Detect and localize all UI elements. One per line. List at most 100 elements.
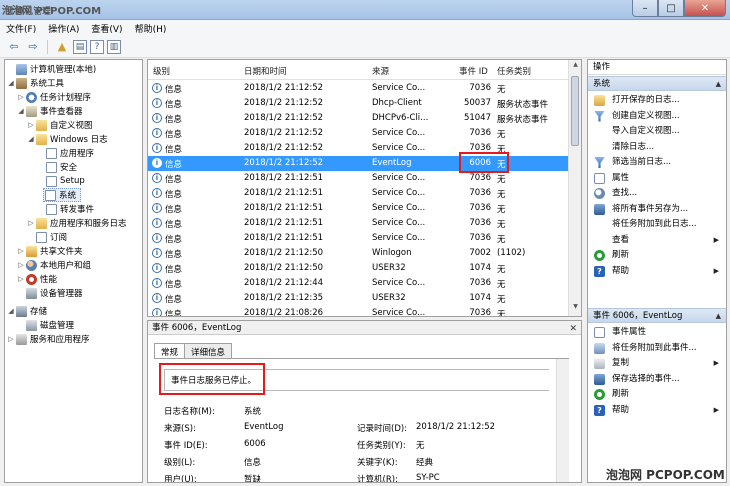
column-header-datetime[interactable]: 日期和时间 (244, 65, 287, 77)
event-row[interactable]: i 信息 2018/1/2 21:12:51 Service Co... 7036 无 (148, 186, 568, 201)
action-item[interactable]: 事件属性 (588, 325, 726, 340)
event-row[interactable]: i 信息 2018/1/2 21:12:50 Winlogon 7002 (1102) (148, 246, 568, 261)
action-item[interactable]: 导入自定义视图... (588, 124, 726, 139)
scrollbar-thumb[interactable] (571, 76, 579, 146)
action-item[interactable]: 将任务附加到此日志... (588, 217, 726, 232)
event-row[interactable]: i 信息 2018/1/2 21:12:51 Service Co... 7036 无 (148, 231, 568, 246)
action-item[interactable]: 查看 ▶ (588, 233, 726, 248)
action-item[interactable]: ? 帮助 ▶ (588, 403, 726, 418)
detail-close-icon[interactable]: ✕ (569, 322, 577, 336)
actions-section-system[interactable]: 系统 ▲ (588, 76, 726, 91)
tree-item-app-service-logs[interactable]: ▷ 应用程序和服务日志 (27, 216, 127, 230)
action-item[interactable]: 查找... (588, 186, 726, 201)
action-item[interactable]: 将所有事件另存为... (588, 202, 726, 217)
forward-arrow-icon[interactable]: ⇨ (25, 39, 41, 55)
menu-file[interactable]: 文件(F) (6, 22, 36, 35)
expand-arrow-icon[interactable]: ◢ (7, 307, 15, 315)
tree-item-computer-management[interactable]: 计算机管理(本地) (7, 62, 96, 76)
detail-scrollbar[interactable] (556, 359, 569, 482)
tree-item-application[interactable]: 应用程序 (45, 146, 94, 160)
tree-item-system[interactable]: 系统 (43, 188, 82, 202)
show-hide-tree-icon[interactable]: ▤ (73, 39, 87, 54)
action-item[interactable]: ? 帮助 ▶ (588, 264, 726, 279)
action-item[interactable]: 刷新 (588, 387, 726, 402)
column-header-event-id[interactable]: 事件 ID (459, 65, 488, 77)
tab-details[interactable]: 详细信息 (184, 343, 233, 358)
collapse-section-icon[interactable]: ▲ (716, 309, 721, 324)
event-row[interactable]: i 信息 2018/1/2 21:12:52 Dhcp-Client 50037 服务状态… (148, 96, 568, 111)
actions-section-event[interactable]: 事件 6006，EventLog ▲ (588, 308, 726, 323)
tree-item-event-viewer[interactable]: ◢ 事件查看器 (17, 104, 83, 118)
action-item[interactable]: 创建自定义视图... (588, 109, 726, 124)
tree-item-services-applications[interactable]: ▷ 服务和应用程序 (7, 332, 90, 346)
console-tree: 计算机管理(本地) ◢ 系统工具 ▷ 任务计划程序 ◢ 事件查看器 ▷ 自定义视… (4, 59, 143, 483)
collapse-arrow-icon[interactable]: ▷ (17, 247, 25, 255)
collapse-arrow-icon[interactable]: ▷ (17, 93, 25, 101)
collapse-arrow-icon[interactable]: ▷ (17, 275, 25, 283)
tree-item-performance[interactable]: ▷ 性能 (17, 272, 57, 286)
collapse-arrow-icon[interactable]: ▷ (17, 261, 25, 269)
collapse-arrow-icon[interactable]: ▷ (27, 219, 35, 227)
event-message[interactable]: 事件日志服务已停止。 (164, 369, 549, 391)
collapse-arrow-icon[interactable]: ▷ (27, 121, 35, 129)
collapse-section-icon[interactable]: ▲ (716, 77, 721, 92)
event-list-scrollbar[interactable]: ▲ ▼ (568, 60, 581, 316)
tree-item-task-scheduler[interactable]: ▷ 任务计划程序 (17, 90, 91, 104)
event-row[interactable]: i 信息 2018/1/2 21:12:35 USER32 1074 无 (148, 291, 568, 306)
info-icon: i (152, 263, 162, 273)
event-row[interactable]: i 信息 2018/1/2 21:12:51 Service Co... 7036 无 (148, 171, 568, 186)
scroll-down-arrow-icon[interactable]: ▼ (569, 303, 581, 315)
event-row[interactable]: i 信息 2018/1/2 21:12:52 DHCPv6-Cli... 51047 服务… (148, 111, 568, 126)
column-header-source[interactable]: 来源 (372, 65, 389, 77)
event-row[interactable]: i 信息 2018/1/2 21:12:51 Service Co... 7036 无 (148, 216, 568, 231)
tree-item-device-manager[interactable]: 设备管理器 (25, 286, 83, 300)
tree-item-subscriptions[interactable]: 订阅 (35, 230, 67, 244)
event-row[interactable]: i 信息 2018/1/2 21:12:44 Service Co... 7036 无 (148, 276, 568, 291)
event-row[interactable]: i 信息 2018/1/2 21:12:50 USER32 1074 无 (148, 261, 568, 276)
action-item[interactable]: 复制 ▶ (588, 356, 726, 371)
collapse-arrow-icon[interactable]: ▷ (7, 335, 15, 343)
tree-item-system-tools[interactable]: ◢ 系统工具 (7, 76, 64, 90)
show-hide-action-pane-icon[interactable]: ▥ (107, 39, 121, 54)
field-value-user: 暂缺 (244, 475, 262, 483)
action-item[interactable]: 筛选当前日志... (588, 155, 726, 170)
expand-arrow-icon[interactable]: ◢ (7, 79, 15, 87)
help-toolbar-icon[interactable]: ? (90, 39, 104, 54)
tab-general[interactable]: 常规 (154, 343, 186, 359)
event-row[interactable]: i 信息 2018/1/2 21:12:52 EventLog 6006 无 (148, 156, 568, 171)
event-row[interactable]: i 信息 2018/1/2 21:12:52 Service Co... 7036 无 (148, 126, 568, 141)
tree-item-disk-management[interactable]: 磁盘管理 (25, 318, 74, 332)
menu-help[interactable]: 帮助(H) (135, 22, 167, 35)
action-item[interactable]: 属性 (588, 171, 726, 186)
column-header-level[interactable]: 级别 (153, 65, 170, 77)
tree-item-shared-folders[interactable]: ▷ 共享文件夹 (17, 244, 83, 258)
tree-item-windows-logs[interactable]: ◢ Windows 日志 (27, 132, 108, 146)
event-row[interactable]: i 信息 2018/1/2 21:12:52 Service Co... 7036 无 (148, 141, 568, 156)
column-header-task-category[interactable]: 任务类别 (497, 65, 531, 77)
field-label-keywords: 关键字(K): (357, 458, 398, 468)
scroll-up-arrow-icon[interactable]: ▲ (569, 61, 581, 73)
action-item[interactable]: 清除日志... (588, 140, 726, 155)
maximize-button[interactable]: □ (658, 0, 684, 17)
action-item[interactable]: 打开保存的日志... (588, 93, 726, 108)
action-item[interactable]: 将任务附加到此事件... (588, 341, 726, 356)
tree-item-local-users[interactable]: ▷ 本地用户和组 (17, 258, 91, 272)
tree-item-setup[interactable]: Setup (45, 174, 85, 188)
action-item[interactable]: 刷新 (588, 248, 726, 263)
up-folder-icon[interactable]: ▲ (54, 39, 70, 55)
expand-arrow-icon[interactable]: ◢ (17, 107, 25, 115)
event-row[interactable]: i 信息 2018/1/2 21:08:26 Service Co... 7036 无 (148, 306, 568, 316)
tree-item-storage[interactable]: ◢ 存储 (7, 304, 47, 318)
menu-view[interactable]: 查看(V) (91, 22, 122, 35)
back-arrow-icon[interactable]: ⇦ (6, 39, 22, 55)
tree-item-custom-views[interactable]: ▷ 自定义视图 (27, 118, 93, 132)
event-row[interactable]: i 信息 2018/1/2 21:12:51 Service Co... 7036 无 (148, 201, 568, 216)
tree-item-security[interactable]: 安全 (45, 160, 77, 174)
minimize-button[interactable]: – (632, 0, 658, 17)
event-row[interactable]: i 信息 2018/1/2 21:12:52 Service Co... 7036 无 (148, 81, 568, 96)
action-item[interactable]: 保存选择的事件... (588, 372, 726, 387)
expand-arrow-icon[interactable]: ◢ (27, 135, 35, 143)
menu-action[interactable]: 操作(A) (48, 22, 79, 35)
tree-item-forwarded-events[interactable]: 转发事件 (45, 202, 94, 216)
close-button[interactable]: ✕ (684, 0, 726, 17)
